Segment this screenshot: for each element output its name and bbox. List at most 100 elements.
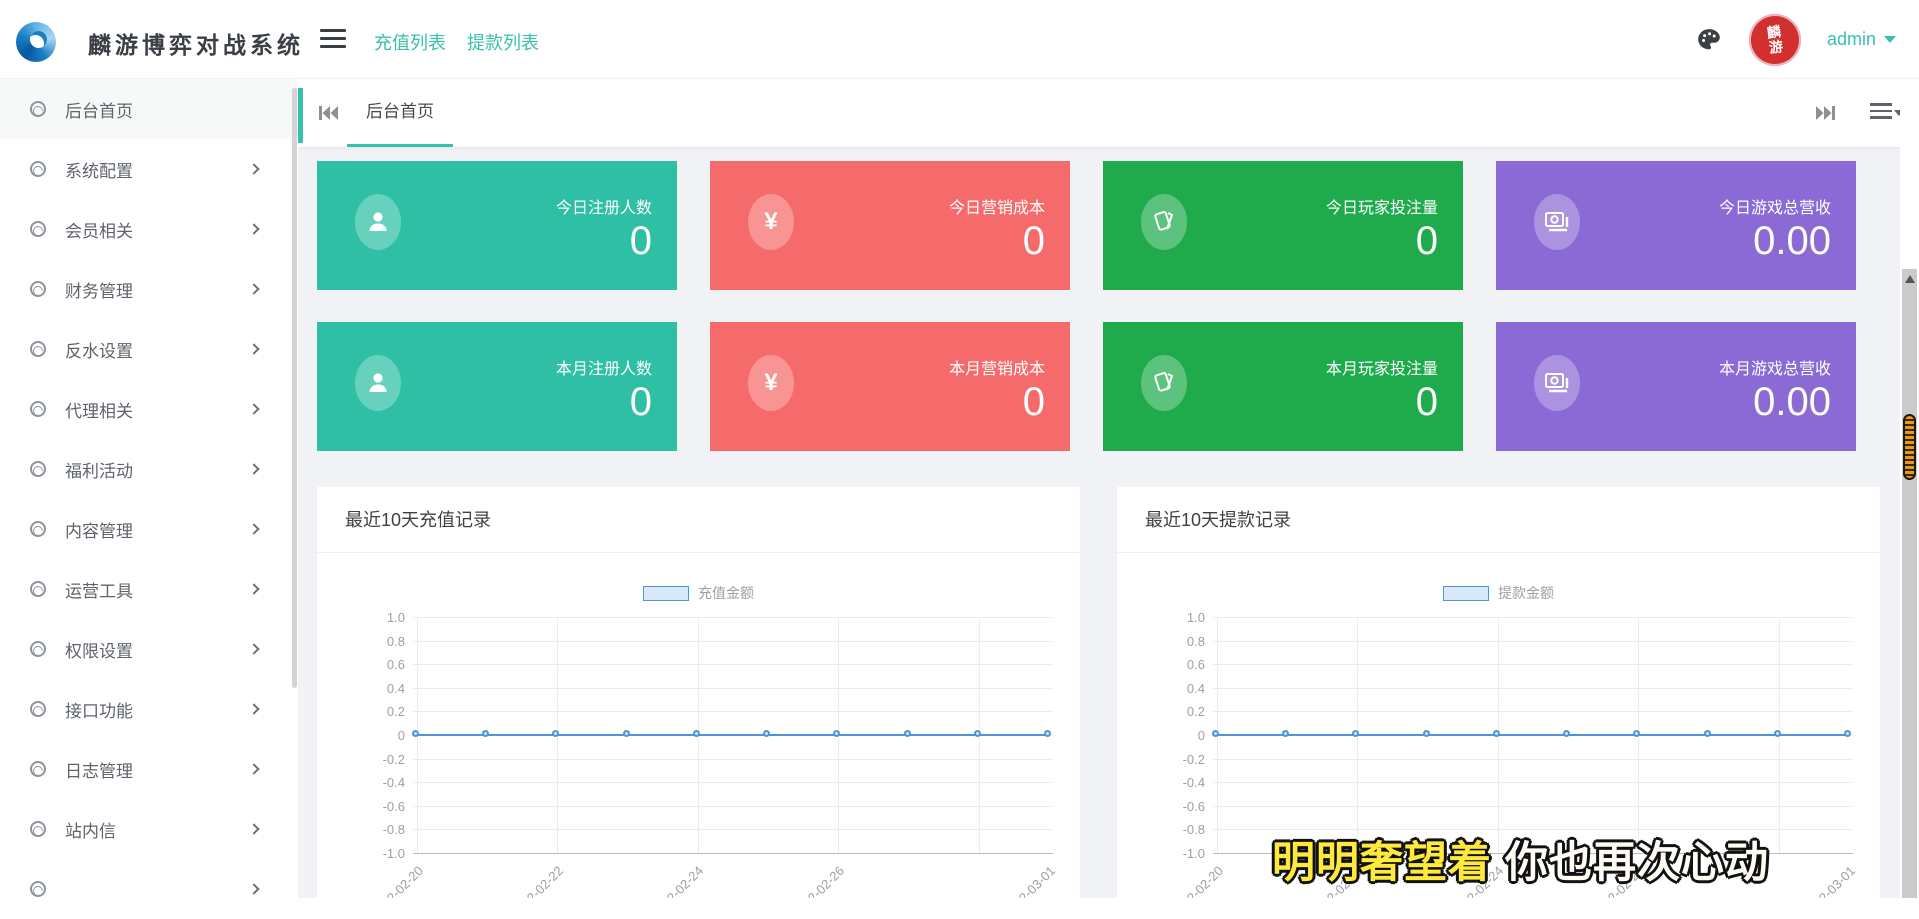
data-point-marker[interactable]: [623, 730, 630, 737]
hamburger-icon[interactable]: [320, 29, 346, 51]
circle-icon: [30, 461, 46, 477]
stat-card-value: 0: [630, 219, 652, 264]
gridline-h: [413, 664, 1053, 665]
stat-card-value: 0: [1023, 219, 1045, 264]
sidebar-item-福利活动[interactable]: 福利活动: [0, 439, 298, 499]
sidebar-item-partial[interactable]: [0, 859, 298, 919]
data-point-marker[interactable]: [904, 730, 911, 737]
gridline-h: [413, 829, 1053, 830]
tab-scroll-left-icon[interactable]: [317, 103, 339, 123]
subtitle-rest: 你也再次心动: [1492, 839, 1769, 887]
stat-card-今日游戏总营收: 今日游戏总营收0.00: [1496, 161, 1856, 290]
stat-card-label: 本月游戏总营收: [1719, 355, 1831, 379]
stat-card-本月注册人数: 本月注册人数0: [317, 322, 677, 451]
y-axis-tick-label: 0.4: [1153, 681, 1205, 696]
sidebar-item-站内信[interactable]: 站内信: [0, 799, 298, 859]
gridline-h: [1213, 617, 1853, 618]
sidebar-item-内容管理[interactable]: 内容管理: [0, 499, 298, 559]
data-point-marker[interactable]: [412, 730, 419, 737]
stat-card-label: 今日营销成本: [949, 194, 1045, 218]
chevron-right-icon: [248, 583, 259, 594]
money-stack-icon: [1534, 194, 1580, 250]
header-nav-withdraw-list[interactable]: 提款列表: [467, 29, 539, 55]
stat-card-label: 本月注册人数: [556, 355, 652, 379]
circle-icon: [30, 521, 46, 537]
main-content: 今日注册人数0¥今日营销成本0今日玩家投注量0今日游戏总营收0.00 本月注册人…: [298, 147, 1901, 898]
chevron-right-icon: [248, 643, 259, 654]
data-point-marker[interactable]: [1704, 730, 1711, 737]
stat-card-value: 0.00: [1753, 219, 1831, 264]
scrollbar-track[interactable]: [1902, 269, 1917, 898]
stat-card-value: 0: [630, 380, 652, 425]
palette-icon[interactable]: [1695, 27, 1723, 53]
data-point-marker[interactable]: [693, 730, 700, 737]
chevron-right-icon: [248, 163, 259, 174]
user-menu[interactable]: admin: [1827, 29, 1896, 50]
chevron-right-icon: [248, 763, 259, 774]
chevron-right-icon: [248, 343, 259, 354]
sidebar-item-后台首页[interactable]: 后台首页: [0, 79, 298, 139]
circle-icon: [30, 401, 46, 417]
sidebar-item-label: 站内信: [65, 817, 116, 842]
y-axis-tick-label: 0.4: [353, 681, 405, 696]
chevron-right-icon: [248, 223, 259, 234]
sidebar-scrollbar[interactable]: [292, 88, 297, 688]
tab-bar: 后台首页: [298, 79, 1919, 147]
data-point-marker[interactable]: [1493, 730, 1500, 737]
sidebar-item-label: 日志管理: [65, 757, 133, 782]
gridline-h: [413, 853, 1053, 854]
sidebar-item-反水设置[interactable]: 反水设置: [0, 319, 298, 379]
sidebar-item-运营工具[interactable]: 运营工具: [0, 559, 298, 619]
sidebar-item-代理相关[interactable]: 代理相关: [0, 379, 298, 439]
stat-card-本月游戏总营收: 本月游戏总营收0.00: [1496, 322, 1856, 451]
chart-legend[interactable]: 提款金额: [1117, 583, 1880, 603]
recharge-chart-panel: 最近10天充值记录 充值金额 1.00.80.60.40.20-0.2-0.4-…: [317, 487, 1080, 898]
y-axis-tick-label: -0.8: [353, 822, 405, 837]
subtitle-sung: 明明奢望着: [1272, 839, 1492, 887]
y-axis-tick-label: -0.6: [353, 799, 405, 814]
circle-icon: [30, 761, 46, 777]
y-axis-tick-label: 0.6: [353, 657, 405, 672]
page-scrollbar: [1900, 79, 1919, 898]
scrollbar-thumb[interactable]: [1903, 414, 1916, 480]
chevron-right-icon: [248, 883, 259, 894]
circle-icon: [30, 821, 46, 837]
chart-legend[interactable]: 充值金额: [317, 583, 1080, 603]
bet-cards-icon: [1141, 194, 1187, 250]
y-axis-tick-label: -0.2: [1153, 752, 1205, 767]
data-point-marker[interactable]: [1774, 730, 1781, 737]
data-point-marker[interactable]: [1044, 730, 1051, 737]
header-nav-recharge-list[interactable]: 充值列表: [374, 29, 446, 55]
sidebar-item-财务管理[interactable]: 财务管理: [0, 259, 298, 319]
person-icon: [355, 194, 401, 250]
sidebar-item-日志管理[interactable]: 日志管理: [0, 739, 298, 799]
tab-home[interactable]: 后台首页: [347, 79, 453, 147]
stat-card-value: 0: [1416, 380, 1438, 425]
sidebar-item-权限设置[interactable]: 权限设置: [0, 619, 298, 679]
y-axis-tick-label: 1.0: [353, 610, 405, 625]
stat-card-label: 今日游戏总营收: [1719, 194, 1831, 218]
money-stack-icon: [1534, 355, 1580, 411]
person-icon: [355, 355, 401, 411]
data-point-marker[interactable]: [1212, 730, 1219, 737]
data-point-marker[interactable]: [974, 730, 981, 737]
scrollbar-up-arrow-icon[interactable]: [1905, 275, 1915, 283]
stat-card-label: 今日注册人数: [556, 194, 652, 218]
gridline-h: [413, 688, 1053, 689]
gridline-h: [413, 806, 1053, 807]
gridline-h: [413, 759, 1053, 760]
data-point-marker[interactable]: [1844, 730, 1851, 737]
sidebar-item-接口功能[interactable]: 接口功能: [0, 679, 298, 739]
gridline-h: [413, 782, 1053, 783]
data-point-marker[interactable]: [1423, 730, 1430, 737]
tab-options-dropdown[interactable]: [1870, 103, 1904, 123]
user-avatar-seal[interactable]: 麟游: [1746, 10, 1805, 69]
sidebar-item-系统配置[interactable]: 系统配置: [0, 139, 298, 199]
chevron-right-icon: [248, 283, 259, 294]
legend-swatch: [643, 586, 689, 601]
tab-accent-bar: [298, 88, 303, 143]
y-axis-tick-label: 0: [353, 728, 405, 743]
sidebar-item-label: 会员相关: [65, 217, 133, 242]
tab-scroll-right-icon[interactable]: [1815, 103, 1837, 123]
sidebar-item-会员相关[interactable]: 会员相关: [0, 199, 298, 259]
